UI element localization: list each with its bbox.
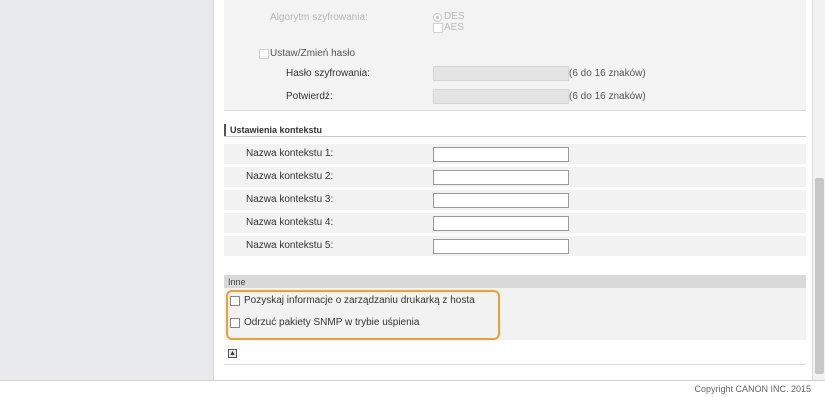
confirm-hint: (6 do 16 znaków) <box>569 91 646 102</box>
scrollbar-thumb[interactable] <box>815 178 824 374</box>
des-option-label: DES <box>444 11 465 22</box>
password-field[interactable] <box>433 66 569 81</box>
highlight-outline <box>226 290 500 340</box>
des-radio[interactable] <box>433 13 442 22</box>
set-password-label: Ustaw/Zmień hasło <box>270 48 356 59</box>
context-row-3: Nazwa kontekstu 3: <box>224 190 806 211</box>
context-name-input-5[interactable] <box>433 239 569 254</box>
context-label-3: Nazwa kontekstu 3: <box>246 194 334 205</box>
aes-option-label: AES <box>444 22 465 33</box>
context-row-2: Nazwa kontekstu 2: <box>224 167 806 188</box>
footer: Copyright CANON INC. 2015 <box>0 380 825 397</box>
context-name-input-4[interactable] <box>433 216 569 231</box>
confirm-password-field[interactable] <box>433 89 569 104</box>
context-row-1: Nazwa kontekstu 1: <box>224 144 806 165</box>
password-label: Hasło szyfrowania: <box>286 68 370 79</box>
context-label-1: Nazwa kontekstu 1: <box>246 148 334 159</box>
scrollbar[interactable] <box>812 0 825 380</box>
context-section-title: Ustawienia kontekstu <box>230 125 323 135</box>
other-section-header: Inne <box>224 275 806 288</box>
encryption-settings-block: Algorytm szyfrowania: DES AES Ustaw/Zmie… <box>224 0 806 111</box>
set-password-checkbox[interactable] <box>259 49 269 59</box>
divider <box>224 364 806 365</box>
context-name-input-2[interactable] <box>433 170 569 185</box>
context-row-4: Nazwa kontekstu 4: <box>224 213 806 234</box>
context-label-5: Nazwa kontekstu 5: <box>246 240 334 251</box>
section-marker <box>224 124 226 136</box>
context-label-4: Nazwa kontekstu 4: <box>246 217 334 228</box>
context-name-input-1[interactable] <box>433 147 569 162</box>
context-label-2: Nazwa kontekstu 2: <box>246 171 334 182</box>
left-navigation-panel <box>0 0 214 380</box>
other-section-title: Inne <box>228 277 246 287</box>
aes-radio[interactable] <box>433 23 443 33</box>
confirm-label: Potwierdź: <box>286 91 333 102</box>
context-name-input-3[interactable] <box>433 193 569 208</box>
password-hint: (6 do 16 znaków) <box>569 68 646 79</box>
algorithm-label: Algorytm szyfrowania: <box>270 12 368 23</box>
context-row-5: Nazwa kontekstu 5: <box>224 236 806 257</box>
back-to-top-icon[interactable]: ▲ <box>228 349 237 358</box>
context-section-header: Ustawienia kontekstu <box>224 124 806 137</box>
copyright-text: Copyright CANON INC. 2015 <box>694 384 811 394</box>
